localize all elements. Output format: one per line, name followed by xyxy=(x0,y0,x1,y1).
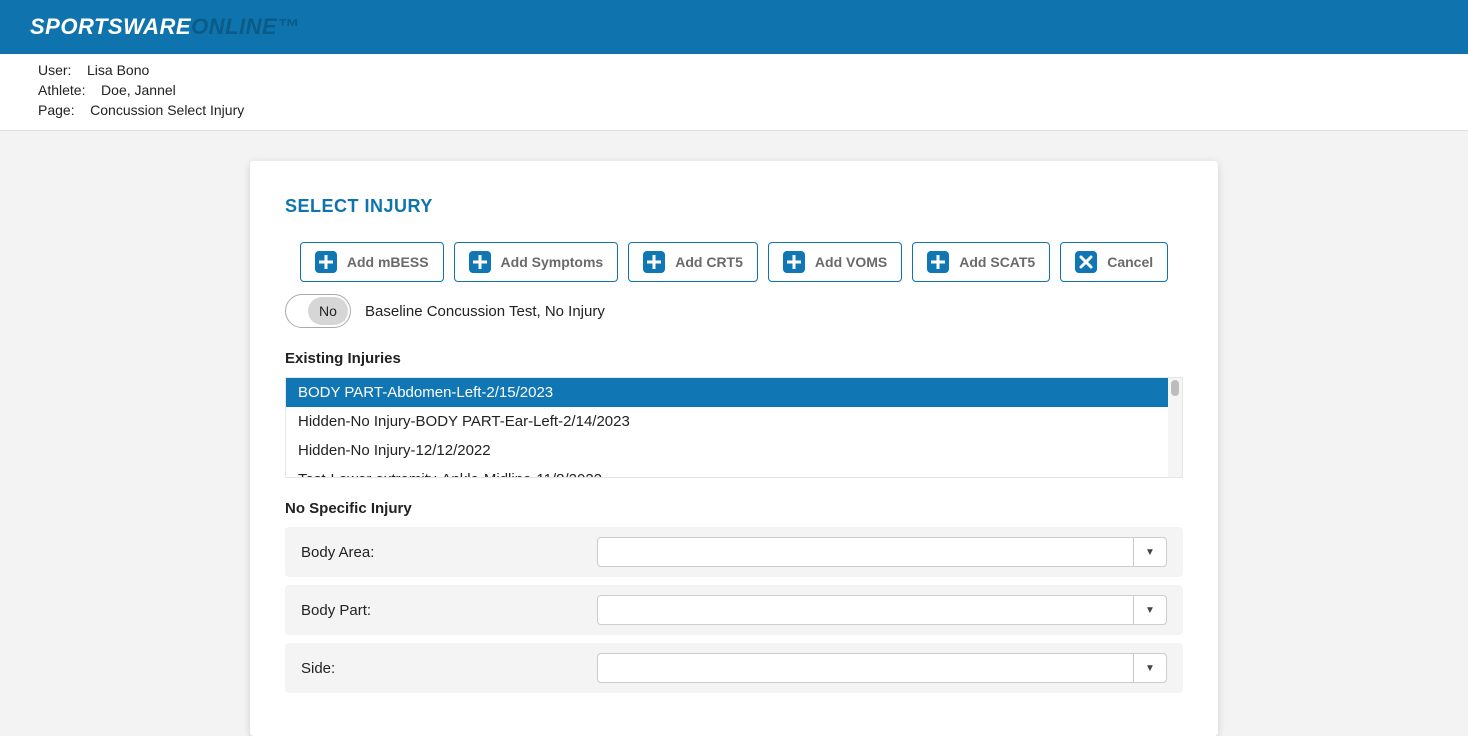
body-area-row: Body Area: ▼ xyxy=(285,527,1183,577)
add-mbess-button[interactable]: Add mBESS xyxy=(300,242,444,282)
logo: SPORTSWAREONLINE™ xyxy=(30,14,300,40)
plus-icon xyxy=(783,251,805,273)
plus-icon xyxy=(643,251,665,273)
list-item[interactable]: Hidden-No Injury-BODY PART-Ear-Left-2/14… xyxy=(286,407,1168,436)
info-page-label: Page: xyxy=(38,102,75,118)
top-header: SPORTSWAREONLINE™ xyxy=(0,0,1468,54)
body-area-value xyxy=(598,538,1134,566)
button-label: Add SCAT5 xyxy=(959,254,1035,270)
add-voms-button[interactable]: Add VOMS xyxy=(768,242,902,282)
cancel-button[interactable]: Cancel xyxy=(1060,242,1168,282)
info-athlete: Athlete: Doe, Jannel xyxy=(38,80,1430,100)
add-scat5-button[interactable]: Add SCAT5 xyxy=(912,242,1050,282)
existing-injuries-title: Existing Injuries xyxy=(285,350,1183,367)
chevron-down-icon: ▼ xyxy=(1134,538,1166,566)
existing-injuries-list-container: BODY PART-Abdomen-Left-2/15/2023 Hidden-… xyxy=(285,377,1183,478)
plus-icon xyxy=(469,251,491,273)
side-select[interactable]: ▼ xyxy=(597,653,1167,683)
info-user: User: Lisa Bono xyxy=(38,60,1430,80)
scroll-thumb[interactable] xyxy=(1171,380,1179,396)
body-part-select[interactable]: ▼ xyxy=(597,595,1167,625)
logo-bright: SPORTSWARE xyxy=(30,14,191,39)
info-user-label: User: xyxy=(38,62,71,78)
no-specific-injury-title: No Specific Injury xyxy=(285,500,1183,517)
body-area-label: Body Area: xyxy=(301,544,597,561)
list-item[interactable]: BODY PART-Abdomen-Left-2/15/2023 xyxy=(286,378,1168,407)
body-part-row: Body Part: ▼ xyxy=(285,585,1183,635)
existing-injuries-list[interactable]: BODY PART-Abdomen-Left-2/15/2023 Hidden-… xyxy=(286,378,1168,477)
baseline-toggle[interactable]: No xyxy=(285,294,351,328)
button-row: Add mBESS Add Symptoms Add CRT5 Add VOMS… xyxy=(285,242,1183,282)
side-value xyxy=(598,654,1134,682)
list-item[interactable]: Test-Lower extremity-Ankle-Midline-11/8/… xyxy=(286,465,1168,477)
plus-icon xyxy=(315,251,337,273)
button-label: Cancel xyxy=(1107,254,1153,270)
baseline-row: No Baseline Concussion Test, No Injury xyxy=(285,294,1183,328)
info-athlete-value: Doe, Jannel xyxy=(101,82,176,98)
body-part-label: Body Part: xyxy=(301,602,597,619)
close-icon xyxy=(1075,251,1097,273)
card-title: SELECT INJURY xyxy=(285,196,1183,217)
chevron-down-icon: ▼ xyxy=(1134,654,1166,682)
plus-icon xyxy=(927,251,949,273)
toggle-knob: No xyxy=(308,297,348,325)
list-item[interactable]: Hidden-No Injury-12/12/2022 xyxy=(286,436,1168,465)
baseline-label: Baseline Concussion Test, No Injury xyxy=(365,303,605,320)
select-injury-card: SELECT INJURY Add mBESS Add Symptoms Add… xyxy=(250,161,1218,736)
info-page-value: Concussion Select Injury xyxy=(90,102,244,118)
info-athlete-label: Athlete: xyxy=(38,82,85,98)
side-label: Side: xyxy=(301,660,597,677)
button-label: Add mBESS xyxy=(347,254,429,270)
chevron-down-icon: ▼ xyxy=(1134,596,1166,624)
side-row: Side: ▼ xyxy=(285,643,1183,693)
button-label: Add VOMS xyxy=(815,254,887,270)
info-panel: User: Lisa Bono Athlete: Doe, Jannel Pag… xyxy=(0,54,1468,131)
logo-dim: ONLINE™ xyxy=(191,14,300,39)
button-label: Add CRT5 xyxy=(675,254,743,270)
body-area-select[interactable]: ▼ xyxy=(597,537,1167,567)
button-label: Add Symptoms xyxy=(501,254,604,270)
info-user-value: Lisa Bono xyxy=(87,62,149,78)
add-symptoms-button[interactable]: Add Symptoms xyxy=(454,242,619,282)
body-part-value xyxy=(598,596,1134,624)
add-crt5-button[interactable]: Add CRT5 xyxy=(628,242,758,282)
info-page: Page: Concussion Select Injury xyxy=(38,100,1430,120)
scrollbar[interactable] xyxy=(1168,378,1182,477)
